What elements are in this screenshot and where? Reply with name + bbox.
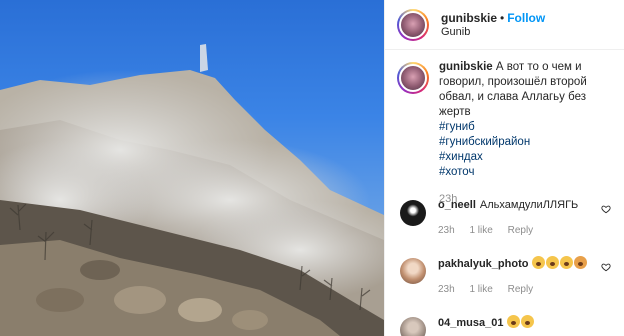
comment-username[interactable]: o_neell: [438, 199, 476, 211]
comment-item: o_neell АльхамдулиЛЛЯГЬ 23h 1 like Reply: [385, 198, 624, 238]
grinning-face-icon: [521, 315, 535, 328]
post-location[interactable]: Gunib: [441, 25, 545, 39]
reply-button[interactable]: Reply: [508, 225, 534, 236]
comment-avatar[interactable]: [400, 200, 426, 226]
post-sidebar: gunibskie • Follow Gunib gunibskie А вот т…: [384, 0, 624, 336]
post-video[interactable]: [0, 0, 384, 336]
comment-username[interactable]: 04_musa_01: [438, 317, 503, 329]
hashtag-link[interactable]: #хоточ: [439, 165, 612, 180]
screaming-face-icon: [546, 256, 560, 269]
caption-avatar[interactable]: [397, 62, 429, 94]
hashtag-link[interactable]: #гуниб: [439, 120, 612, 135]
author-username[interactable]: gunibskie: [441, 11, 497, 25]
comment-time[interactable]: 23h: [438, 225, 455, 236]
comment-text: АльхамдулиЛЛЯГЬ: [479, 199, 579, 211]
caption-username[interactable]: gunibskie: [439, 61, 493, 73]
emoji-group: [532, 256, 588, 270]
see-no-evil-monkey-icon: [574, 256, 588, 269]
comment-username[interactable]: pakhalyuk_photo: [438, 258, 528, 270]
follow-button[interactable]: Follow: [507, 11, 545, 25]
like-heart-icon[interactable]: [601, 262, 611, 272]
comment-likes[interactable]: 1 like: [469, 284, 492, 295]
hashtag-link[interactable]: #гунибскийрайон: [439, 135, 612, 150]
comment-item: pakhalyuk_photo 23h 1 like Reply: [385, 256, 624, 297]
comment-avatar[interactable]: [400, 317, 426, 336]
like-heart-icon[interactable]: [601, 204, 611, 214]
screaming-face-icon: [532, 256, 546, 269]
comment-likes[interactable]: 1 like: [469, 225, 492, 236]
rockfall-scene: [0, 44, 384, 336]
post-caption: gunibskie А вот то о чем и говорил, прои…: [385, 50, 624, 207]
comment-time[interactable]: 23h: [438, 284, 455, 295]
reply-button[interactable]: Reply: [508, 284, 534, 295]
comment-avatar[interactable]: [400, 258, 426, 284]
emoji-group: [507, 315, 535, 329]
post-header: gunibskie • Follow Gunib: [385, 0, 624, 50]
screaming-face-icon: [560, 256, 574, 269]
hashtag-link[interactable]: #хиндах: [439, 150, 612, 165]
grinning-face-icon: [507, 315, 521, 328]
separator-dot: •: [500, 10, 505, 25]
author-avatar[interactable]: [397, 8, 429, 41]
comment-item: 04_musa_01: [385, 315, 624, 336]
